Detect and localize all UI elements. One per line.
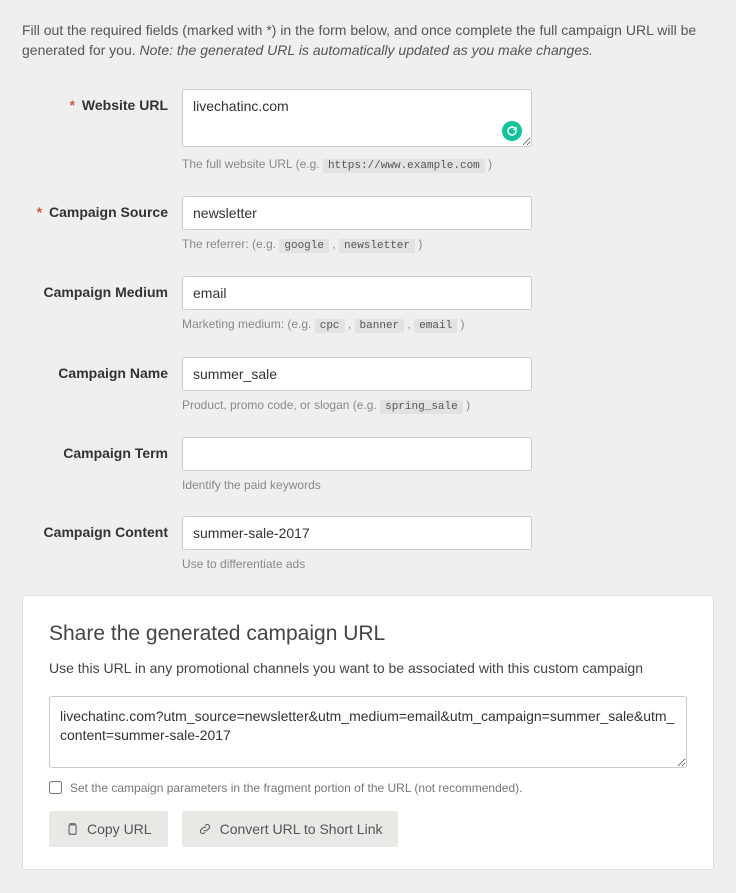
- label-col: * Website URL: [22, 89, 182, 113]
- grammarly-icon: [502, 121, 522, 141]
- label-col: Campaign Term: [22, 437, 182, 461]
- label-campaign-name: Campaign Name: [58, 365, 168, 381]
- label-campaign-medium: Campaign Medium: [44, 284, 168, 300]
- campaign-term-input[interactable]: [182, 437, 532, 471]
- campaign-source-input[interactable]: [182, 196, 532, 230]
- label-col: Campaign Content: [22, 516, 182, 540]
- label-col: * Campaign Source: [22, 196, 182, 220]
- code-chip: banner: [355, 319, 405, 333]
- campaign-name-input[interactable]: [182, 357, 532, 391]
- clipboard-icon: [65, 822, 79, 836]
- convert-url-button[interactable]: Convert URL to Short Link: [182, 811, 399, 847]
- campaign-content-input[interactable]: [182, 516, 532, 550]
- label-campaign-term: Campaign Term: [63, 445, 168, 461]
- code-chip: newsletter: [339, 239, 415, 253]
- label-website-url: Website URL: [82, 97, 168, 113]
- input-col: Marketing medium: (e.g. cpc , banner , e…: [182, 276, 532, 334]
- help-campaign-name: Product, promo code, or slogan (e.g. spr…: [182, 397, 532, 415]
- row-campaign-content: Campaign Content Use to differentiate ad…: [22, 516, 714, 573]
- input-col: Identify the paid keywords: [182, 437, 532, 494]
- fragment-checkbox-row: Set the campaign parameters in the fragm…: [49, 781, 687, 795]
- help-campaign-medium: Marketing medium: (e.g. cpc , banner , e…: [182, 316, 532, 334]
- share-card: Share the generated campaign URL Use thi…: [22, 595, 714, 870]
- label-campaign-content: Campaign Content: [44, 524, 168, 540]
- input-col: The full website URL (e.g. https://www.e…: [182, 89, 532, 174]
- copy-url-label: Copy URL: [87, 821, 152, 837]
- share-description: Use this URL in any promotional channels…: [49, 660, 687, 676]
- label-campaign-source: Campaign Source: [49, 204, 168, 220]
- input-col: The referrer: (e.g. google , newsletter …: [182, 196, 532, 254]
- help-website-url: The full website URL (e.g. https://www.e…: [182, 156, 532, 174]
- share-title: Share the generated campaign URL: [49, 622, 687, 646]
- label-col: Campaign Name: [22, 357, 182, 381]
- intro-text: Fill out the required fields (marked wit…: [22, 20, 714, 61]
- row-campaign-term: Campaign Term Identify the paid keywords: [22, 437, 714, 494]
- required-star: *: [70, 97, 75, 113]
- required-star: *: [37, 204, 42, 220]
- code-chip: cpc: [315, 319, 345, 333]
- input-col: Product, promo code, or slogan (e.g. spr…: [182, 357, 532, 415]
- link-icon: [198, 822, 212, 836]
- row-website-url: * Website URL The full website URL (e.g.…: [22, 89, 714, 174]
- generated-url-textarea[interactable]: [49, 696, 687, 768]
- button-row: Copy URL Convert URL to Short Link: [49, 811, 687, 847]
- help-campaign-term: Identify the paid keywords: [182, 477, 532, 494]
- campaign-medium-input[interactable]: [182, 276, 532, 310]
- website-url-input[interactable]: [182, 89, 532, 147]
- fragment-checkbox[interactable]: [49, 781, 62, 794]
- code-chip: spring_sale: [380, 400, 463, 414]
- code-chip: google: [279, 239, 329, 253]
- code-chip: email: [414, 319, 457, 333]
- code-chip: https://www.example.com: [323, 159, 485, 173]
- copy-url-button[interactable]: Copy URL: [49, 811, 168, 847]
- fragment-checkbox-label: Set the campaign parameters in the fragm…: [70, 781, 522, 795]
- row-campaign-source: * Campaign Source The referrer: (e.g. go…: [22, 196, 714, 254]
- help-campaign-content: Use to differentiate ads: [182, 556, 532, 573]
- help-campaign-source: The referrer: (e.g. google , newsletter …: [182, 236, 532, 254]
- row-campaign-name: Campaign Name Product, promo code, or sl…: [22, 357, 714, 415]
- row-campaign-medium: Campaign Medium Marketing medium: (e.g. …: [22, 276, 714, 334]
- input-col: Use to differentiate ads: [182, 516, 532, 573]
- label-col: Campaign Medium: [22, 276, 182, 300]
- convert-url-label: Convert URL to Short Link: [220, 821, 383, 837]
- intro-note: Note: the generated URL is automatically…: [140, 42, 593, 58]
